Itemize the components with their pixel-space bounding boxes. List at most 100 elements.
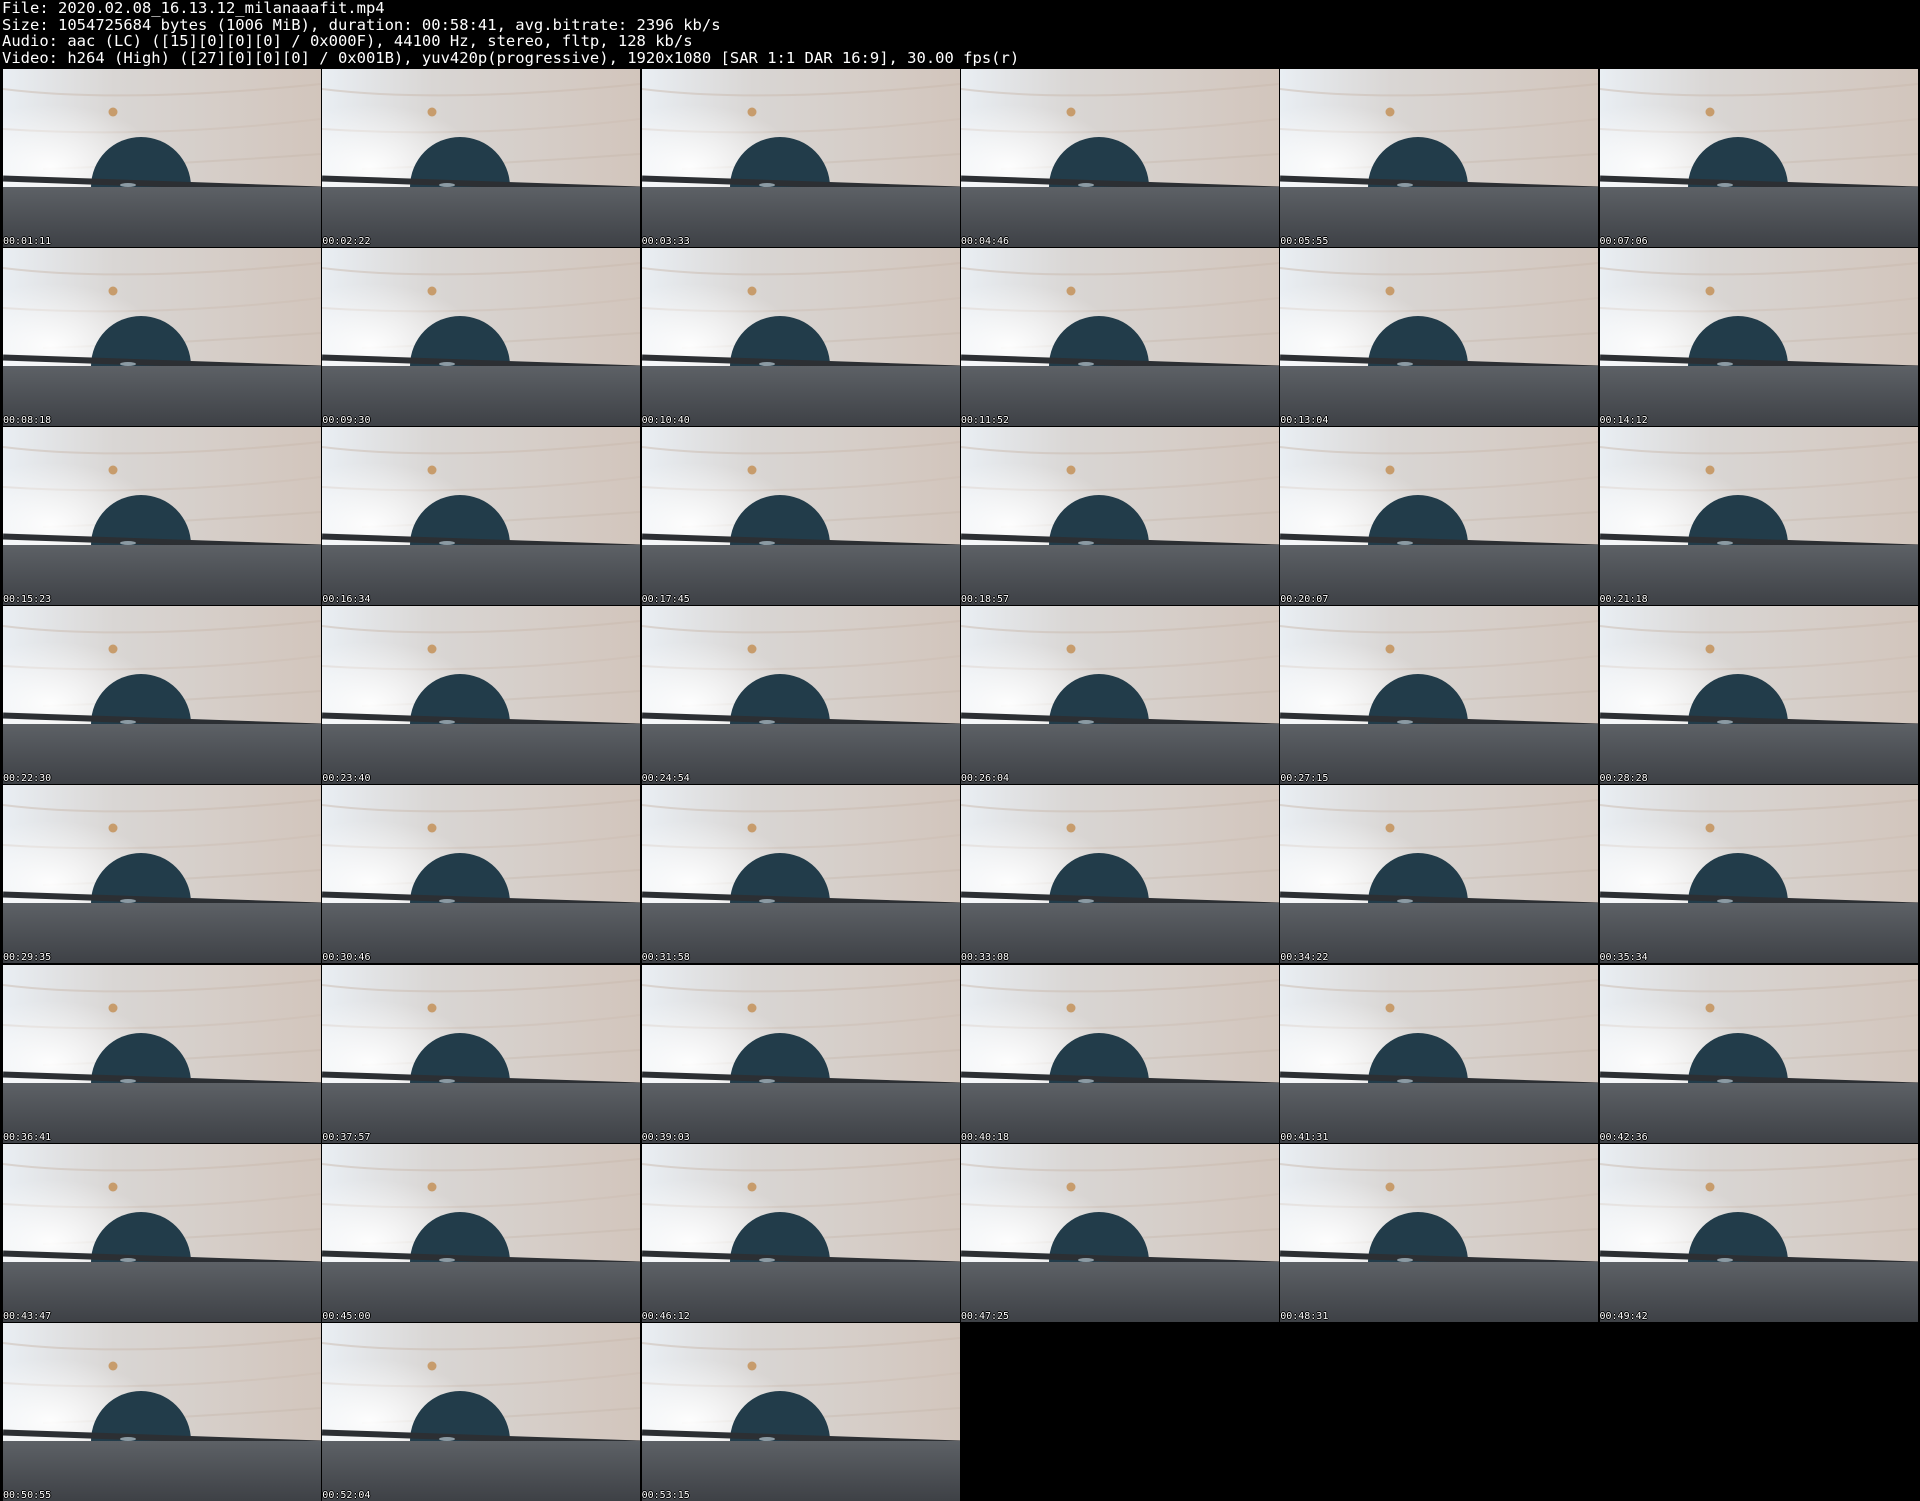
video-frame-thumbnail: 00:37:57 (322, 964, 641, 1143)
video-frame-thumbnail: 00:30:46 (322, 785, 641, 964)
frame-timestamp: 00:26:04 (960, 773, 1010, 785)
video-frame-thumbnail: 00:27:15 (1280, 606, 1599, 785)
frame-timestamp: 00:33:08 (960, 952, 1010, 964)
video-frame-thumbnail: 00:52:04 (322, 1322, 641, 1501)
frame-image (1599, 606, 1918, 785)
video-frame-thumbnail: 00:33:08 (960, 785, 1279, 964)
video-frame-thumbnail: 00:35:34 (1599, 785, 1918, 964)
video-frame-thumbnail: 00:28:28 (1599, 606, 1918, 785)
frame-timestamp: 00:17:45 (641, 594, 690, 606)
frame-image (641, 248, 960, 427)
file-name-line: File: 2020.02.08_16.13.12_milanaaafit.mp… (2, 0, 385, 17)
frame-timestamp: 00:24:54 (641, 773, 690, 785)
frame-timestamp: 00:22:30 (3, 773, 52, 785)
video-frame-thumbnail: 00:48:31 (1280, 1143, 1599, 1322)
frame-timestamp: 00:47:25 (960, 1310, 1010, 1322)
frame-timestamp: 00:20:07 (1280, 594, 1329, 606)
frame-image (641, 1322, 960, 1501)
frame-timestamp: 00:52:04 (322, 1489, 371, 1501)
frame-image (1280, 606, 1599, 785)
video-frame-thumbnail: 00:14:12 (1599, 248, 1918, 427)
frame-image (1599, 1143, 1918, 1322)
video-frame-thumbnail: 00:08:18 (3, 248, 321, 427)
video-frame-thumbnail: 00:03:33 (641, 69, 960, 247)
video-frame-thumbnail: 00:36:41 (3, 964, 321, 1143)
video-frame-thumbnail: 00:11:52 (960, 248, 1279, 427)
frame-image (960, 248, 1279, 427)
video-frame-thumbnail: 00:22:30 (3, 606, 321, 785)
frame-image (960, 785, 1279, 964)
video-frame-thumbnail: 00:17:45 (641, 427, 960, 606)
frame-image (1280, 785, 1599, 964)
frame-image (3, 964, 321, 1143)
video-frame-thumbnail: 00:01:11 (3, 69, 321, 247)
frame-image (322, 427, 641, 606)
frame-timestamp: 00:45:00 (322, 1310, 371, 1322)
frame-timestamp: 00:40:18 (960, 1131, 1010, 1143)
video-frame-thumbnail: 00:43:47 (3, 1143, 321, 1322)
video-frame-thumbnail: 00:24:54 (641, 606, 960, 785)
frame-image (1280, 964, 1599, 1143)
video-frame-thumbnail: 00:20:07 (1280, 427, 1599, 606)
frame-image (960, 606, 1279, 785)
frame-timestamp: 00:48:31 (1280, 1310, 1329, 1322)
frame-timestamp: 00:16:34 (322, 594, 371, 606)
frame-image (3, 69, 321, 247)
frame-timestamp: 00:29:35 (3, 952, 52, 964)
frame-timestamp: 00:50:55 (3, 1489, 52, 1501)
frame-timestamp: 00:42:36 (1599, 1131, 1648, 1143)
frame-image (322, 606, 641, 785)
frame-timestamp: 00:01:11 (3, 236, 52, 247)
video-frame-thumbnail: 00:09:30 (322, 248, 641, 427)
frame-timestamp: 00:27:15 (1280, 773, 1329, 785)
frame-image (3, 1322, 321, 1501)
frame-timestamp: 00:34:22 (1280, 952, 1329, 964)
frame-timestamp: 00:37:57 (322, 1131, 371, 1143)
frame-image (641, 606, 960, 785)
frame-image (3, 1143, 321, 1322)
frame-image (960, 427, 1279, 606)
frame-image (641, 785, 960, 964)
frame-timestamp: 00:23:40 (322, 773, 371, 785)
frame-timestamp: 00:04:46 (960, 236, 1010, 247)
frame-timestamp: 00:21:18 (1599, 594, 1648, 606)
frame-timestamp: 00:18:57 (960, 594, 1010, 606)
file-info-header: File: 2020.02.08_16.13.12_milanaaafit.mp… (2, 0, 1912, 68)
video-frame-thumbnail: 00:47:25 (960, 1143, 1279, 1322)
frame-timestamp: 00:10:40 (641, 415, 690, 427)
video-frame-thumbnail: 00:02:22 (322, 69, 641, 247)
video-frame-thumbnail: 00:39:03 (641, 964, 960, 1143)
frame-image (322, 964, 641, 1143)
frame-timestamp: 00:08:18 (3, 415, 52, 427)
video-frame-thumbnail: 00:42:36 (1599, 964, 1918, 1143)
frame-timestamp: 00:09:30 (322, 415, 371, 427)
video-frame-thumbnail: 00:50:55 (3, 1322, 321, 1501)
frame-image (1599, 427, 1918, 606)
video-frame-thumbnail: 00:34:22 (1280, 785, 1599, 964)
frame-image (641, 964, 960, 1143)
thumbnail-grid: 00:01:11 00:02:22 00:03:33 00:04:46 00:05:55… (3, 69, 1920, 1501)
video-frame-thumbnail: 00:15:23 (3, 427, 321, 606)
frame-image (1599, 785, 1918, 964)
video-frame-thumbnail: 00:10:40 (641, 248, 960, 427)
frame-image (3, 606, 321, 785)
frame-timestamp: 00:43:47 (3, 1310, 52, 1322)
video-frame-thumbnail: 00:26:04 (960, 606, 1279, 785)
frame-timestamp: 00:11:52 (960, 415, 1010, 427)
frame-timestamp: 00:46:12 (641, 1310, 690, 1322)
frame-image (322, 248, 641, 427)
frame-image (3, 427, 321, 606)
frame-image (1599, 69, 1918, 247)
frame-timestamp: 00:05:55 (1280, 236, 1329, 247)
frame-timestamp: 00:36:41 (3, 1131, 52, 1143)
frame-timestamp: 00:28:28 (1599, 773, 1648, 785)
frame-image (641, 427, 960, 606)
video-frame-thumbnail: 00:45:00 (322, 1143, 641, 1322)
video-frame-thumbnail: 00:18:57 (960, 427, 1279, 606)
frame-image (1280, 69, 1599, 247)
video-frame-thumbnail: 00:21:18 (1599, 427, 1918, 606)
frame-timestamp: 00:15:23 (3, 594, 52, 606)
frame-image (960, 69, 1279, 247)
frame-image (641, 1143, 960, 1322)
frame-image (641, 69, 960, 247)
